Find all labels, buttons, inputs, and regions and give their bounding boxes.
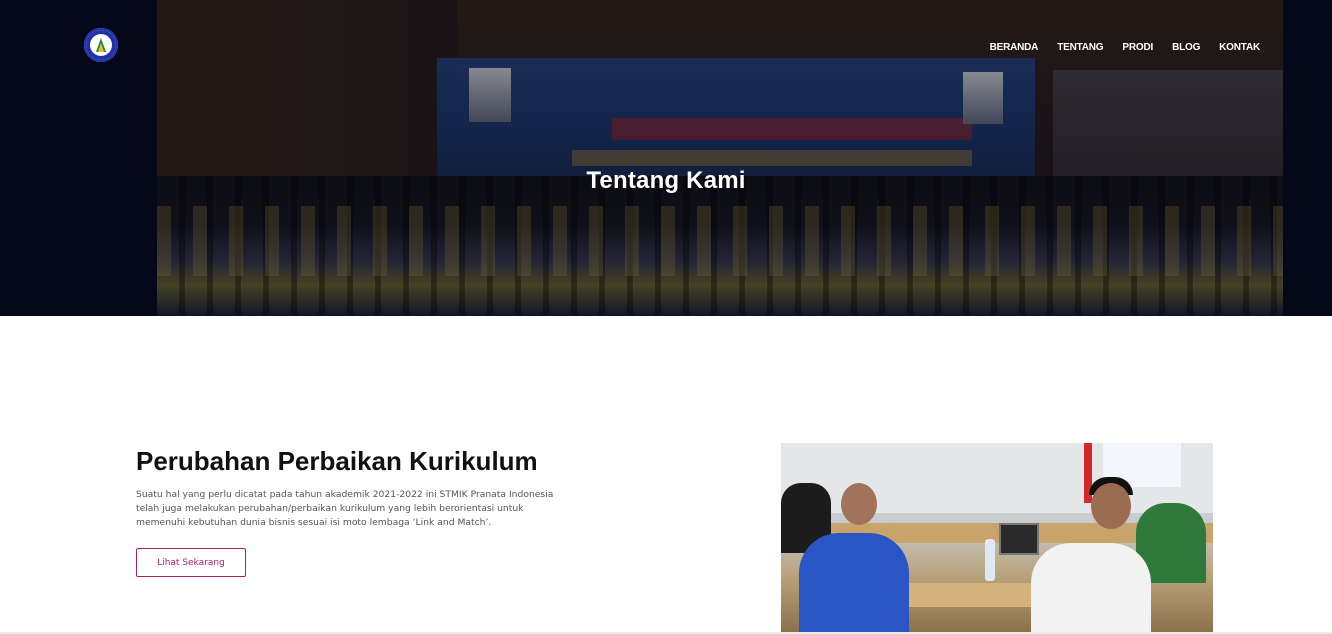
nav-item-kontak[interactable]: KONTAK: [1219, 42, 1260, 53]
hero-section: Tentang Kami BERANDA TENTANG PRODI BLOG …: [0, 0, 1332, 316]
nav-item-beranda[interactable]: BERANDA: [990, 42, 1039, 53]
section-description: Suatu hal yang perlu dicatat pada tahun …: [136, 489, 554, 528]
lihat-sekarang-button[interactable]: Lihat Sekarang: [136, 548, 246, 577]
page-title: Tentang Kami: [586, 167, 746, 194]
nav-item-prodi[interactable]: PRODI: [1122, 42, 1153, 53]
institution-seal-logo[interactable]: [84, 28, 118, 62]
section-heading: Perubahan Perbaikan Kurikulum: [136, 446, 538, 476]
meeting-room-photo: [781, 443, 1213, 634]
main-nav: BERANDA TENTANG PRODI BLOG KONTAK: [971, 42, 1261, 53]
nav-item-tentang[interactable]: TENTANG: [1057, 42, 1103, 53]
nav-item-blog[interactable]: BLOG: [1172, 42, 1200, 53]
